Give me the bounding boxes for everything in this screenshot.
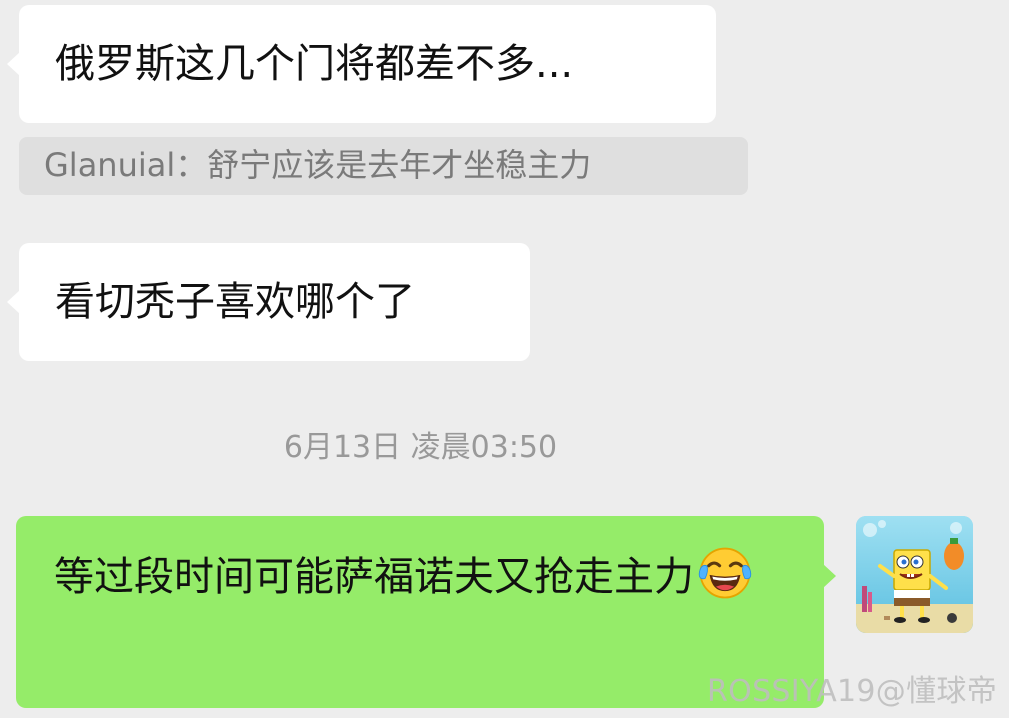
quoted-reply[interactable]: Glanuial：舒宁应该是去年才坐稳主力 [19,137,748,195]
timestamp-divider: 6月13日 凌晨03:50 [283,430,558,465]
user-avatar[interactable] [856,516,973,633]
quote-author: Glanuial： [44,146,208,184]
watermark: ROSSIYA19@懂球帝 [707,674,997,709]
message-text: 看切秃子喜欢哪个了 [55,279,415,325]
outgoing-message-bubble[interactable]: 等过段时间可能萨福诺夫又抢走主力 [16,516,836,708]
message-text: 等过段时间可能萨福诺夫又抢走主力 [54,554,694,600]
tears-of-joy-emoji-icon [698,547,752,599]
message-text: 俄罗斯这几个门将都差不多... [55,41,574,87]
spongebob-avatar-icon [856,516,973,633]
incoming-message-bubble[interactable]: 看切秃子喜欢哪个了 [7,243,530,361]
quote-text: 舒宁应该是去年才坐稳主力 [207,146,592,184]
incoming-message-bubble[interactable]: 俄罗斯这几个门将都差不多... [7,5,716,123]
